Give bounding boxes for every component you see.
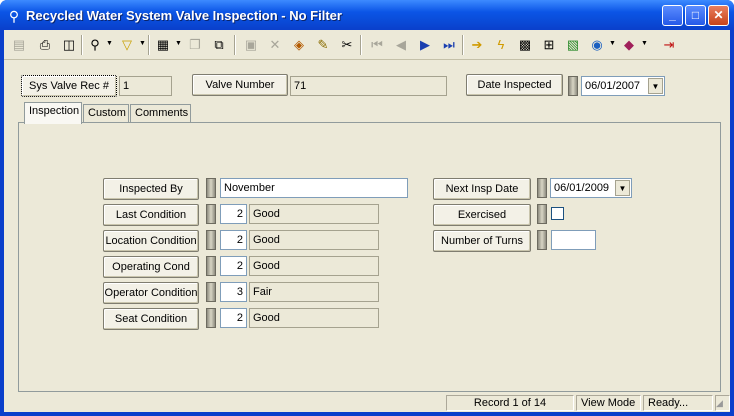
valve-number-button[interactable]: Valve Number bbox=[192, 74, 288, 96]
find-dropdown-icon[interactable]: ▼ bbox=[106, 40, 113, 47]
client-area: ▤ ⎙ ◫ ⚲ ▼ ▽ ▼ ▦ ▼ ❐ ⧉ ▣ ✕ ◈ ✎ ✂ ⏮ ◀ ▶ ⏭ … bbox=[4, 30, 730, 412]
copy-record-icon[interactable]: ❐ bbox=[184, 34, 206, 56]
number-of-turns-field[interactable] bbox=[551, 230, 596, 250]
new-record-icon[interactable]: ▤ bbox=[8, 34, 30, 56]
chevron-down-icon[interactable]: ▼ bbox=[648, 78, 663, 94]
next-insp-date-indicator bbox=[537, 178, 547, 198]
chevron-down-icon[interactable]: ▼ bbox=[615, 180, 630, 196]
tab-comments[interactable]: Comments bbox=[130, 104, 191, 123]
next-insp-date-value: 06/01/2009 bbox=[554, 182, 610, 194]
print-icon[interactable]: ⎙ bbox=[34, 34, 56, 56]
last-condition-indicator bbox=[206, 204, 216, 224]
window-title: Recycled Water System Valve Inspection -… bbox=[26, 8, 342, 23]
operating-cond-desc: Good bbox=[249, 256, 379, 276]
report-icon[interactable]: ▩ bbox=[514, 34, 536, 56]
next-insp-date-button[interactable]: Next Insp Date bbox=[433, 178, 531, 200]
form-view-dropdown-icon[interactable]: ▼ bbox=[175, 40, 182, 47]
seat-condition-desc: Good bbox=[249, 308, 379, 328]
tab-inspection[interactable]: Inspection bbox=[24, 102, 82, 124]
goto-icon[interactable]: ➔ bbox=[466, 34, 488, 56]
globe-dropdown-icon[interactable]: ▼ bbox=[609, 40, 616, 47]
operator-condition-code[interactable]: 3 bbox=[220, 282, 247, 302]
location-condition-button[interactable]: Location Condition bbox=[103, 230, 199, 252]
close-button[interactable]: ✕ bbox=[708, 5, 729, 26]
book-icon[interactable]: ◆ bbox=[618, 34, 640, 56]
date-inspected-button[interactable]: Date Inspected bbox=[466, 74, 563, 96]
sys-valve-rec-button[interactable]: Sys Valve Rec # bbox=[21, 75, 117, 97]
operator-condition-indicator bbox=[206, 282, 216, 302]
toolbar: ▤ ⎙ ◫ ⚲ ▼ ▽ ▼ ▦ ▼ ❐ ⧉ ▣ ✕ ◈ ✎ ✂ ⏮ ◀ ▶ ⏭ … bbox=[4, 30, 730, 60]
tab-custom[interactable]: Custom bbox=[83, 104, 129, 123]
last-condition-button[interactable]: Last Condition bbox=[103, 204, 199, 226]
location-condition-desc: Good bbox=[249, 230, 379, 250]
seat-condition-button[interactable]: Seat Condition bbox=[103, 308, 199, 330]
operating-cond-indicator bbox=[206, 256, 216, 276]
app-window: ⚲ Recycled Water System Valve Inspection… bbox=[0, 0, 734, 416]
number-of-turns-button[interactable]: Number of Turns bbox=[433, 230, 531, 252]
attach-icon[interactable]: ◈ bbox=[288, 34, 310, 56]
maximize-button[interactable]: □ bbox=[685, 5, 706, 26]
inspected-by-button[interactable]: Inspected By bbox=[103, 178, 199, 200]
operating-cond-button[interactable]: Operating Cond bbox=[103, 256, 199, 278]
location-condition-indicator bbox=[206, 230, 216, 250]
title-bar[interactable]: ⚲ Recycled Water System Valve Inspection… bbox=[0, 0, 734, 30]
exit-icon[interactable]: ⇥ bbox=[658, 34, 680, 56]
form-view-icon[interactable]: ▦ bbox=[152, 34, 174, 56]
lightning-icon[interactable]: ϟ bbox=[490, 34, 512, 56]
date-inspected-indicator bbox=[568, 76, 578, 96]
exercised-checkbox[interactable] bbox=[551, 207, 564, 220]
print-preview-icon[interactable]: ◫ bbox=[58, 34, 80, 56]
cut-icon[interactable]: ✂ bbox=[336, 34, 358, 56]
number-of-turns-indicator bbox=[537, 230, 547, 250]
minimize-button[interactable]: _ bbox=[662, 5, 683, 26]
seat-condition-code[interactable]: 2 bbox=[220, 308, 247, 328]
valve-number-field: 71 bbox=[290, 76, 447, 96]
filter-icon[interactable]: ▽ bbox=[116, 34, 138, 56]
seat-condition-indicator bbox=[206, 308, 216, 328]
inspected-by-field[interactable]: November bbox=[220, 178, 408, 198]
resize-grip-icon[interactable]: ◢ bbox=[716, 398, 728, 410]
tree-icon[interactable]: ⊞ bbox=[538, 34, 560, 56]
last-condition-code[interactable]: 2 bbox=[220, 204, 247, 224]
book-dropdown-icon[interactable]: ▼ bbox=[641, 40, 648, 47]
status-state: Ready... bbox=[643, 395, 713, 411]
save-icon[interactable]: ▣ bbox=[240, 34, 262, 56]
status-bar: Record 1 of 14 View Mode Ready... ◢ bbox=[4, 394, 730, 412]
operating-cond-code[interactable]: 2 bbox=[220, 256, 247, 276]
paste-icon[interactable]: ⧉ bbox=[208, 34, 230, 56]
inspected-by-indicator bbox=[206, 178, 216, 198]
status-record: Record 1 of 14 bbox=[446, 395, 574, 411]
map-icon[interactable]: ▧ bbox=[562, 34, 584, 56]
location-condition-code[interactable]: 2 bbox=[220, 230, 247, 250]
date-inspected-value: 06/01/2007 bbox=[585, 80, 641, 92]
edit-icon[interactable]: ✎ bbox=[312, 34, 334, 56]
next-insp-date-combo[interactable]: 06/01/2009 ▼ bbox=[550, 178, 632, 198]
operator-condition-button[interactable]: Operator Condition bbox=[103, 282, 199, 304]
status-mode: View Mode bbox=[576, 395, 641, 411]
globe-icon[interactable]: ◉ bbox=[586, 34, 608, 56]
filter-dropdown-icon[interactable]: ▼ bbox=[139, 40, 146, 47]
last-condition-desc: Good bbox=[249, 204, 379, 224]
delete-icon[interactable]: ✕ bbox=[264, 34, 286, 56]
find-icon[interactable]: ⚲ bbox=[84, 34, 106, 56]
previous-record-icon[interactable]: ◀ bbox=[390, 34, 412, 56]
exercised-indicator bbox=[537, 204, 547, 224]
date-inspected-combo[interactable]: 06/01/2007 ▼ bbox=[581, 76, 665, 96]
next-record-icon[interactable]: ▶ bbox=[414, 34, 436, 56]
valve-icon: ⚲ bbox=[8, 8, 20, 24]
exercised-button[interactable]: Exercised bbox=[433, 204, 531, 226]
operator-condition-desc: Fair bbox=[249, 282, 379, 302]
sys-valve-rec-field: 1 bbox=[119, 76, 172, 96]
last-record-icon[interactable]: ⏭ bbox=[438, 34, 460, 56]
first-record-icon[interactable]: ⏮ bbox=[366, 34, 388, 56]
